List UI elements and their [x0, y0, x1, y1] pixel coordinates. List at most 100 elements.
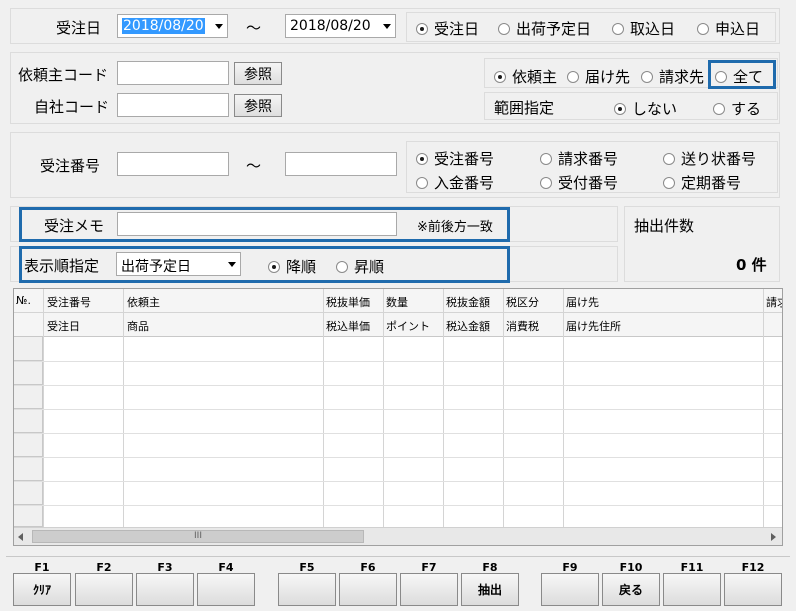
f12-button[interactable] — [724, 573, 782, 606]
scroll-right-arrow-icon[interactable] — [771, 533, 776, 541]
row-header[interactable] — [14, 457, 43, 481]
col-divider — [763, 289, 764, 527]
col-divider — [503, 289, 504, 527]
own-code-ref-button[interactable]: 参照 — [234, 94, 282, 117]
radio-num-invoice[interactable]: 送り状番号 — [663, 148, 756, 169]
f9-button[interactable] — [541, 573, 599, 606]
radio-target-billing[interactable]: 請求先 — [641, 66, 704, 87]
scroll-thumb-grip: III — [194, 531, 202, 541]
header-points[interactable]: ポイント — [386, 318, 430, 334]
own-code-input[interactable] — [117, 93, 229, 117]
row-header[interactable] — [14, 481, 43, 505]
f5-button[interactable] — [278, 573, 336, 606]
highlight-sort — [19, 246, 510, 283]
header-billing[interactable]: 請求 — [766, 294, 782, 310]
radio-date-order[interactable]: 受注日 — [416, 18, 479, 39]
order-number-tilde: 〜 — [246, 157, 262, 175]
row-divider — [14, 481, 782, 482]
horizontal-scrollbar[interactable]: III — [14, 527, 782, 545]
range-label: 範囲指定 — [494, 99, 555, 117]
radio-dot — [540, 152, 552, 165]
client-code-input[interactable] — [117, 61, 229, 85]
chevron-down-icon — [383, 24, 391, 29]
radio-range-no[interactable]: しない — [614, 98, 677, 119]
radio-dot — [498, 22, 510, 35]
order-date-from-value: 2018/08/20 — [122, 18, 205, 34]
f2-button[interactable] — [75, 573, 133, 606]
radio-dot — [494, 70, 506, 83]
f1-clear-button[interactable]: ｸﾘｱ — [13, 573, 71, 606]
own-code-label: 自社コード — [34, 98, 110, 116]
header-client[interactable]: 依頼主 — [127, 294, 160, 310]
header-order-number[interactable]: 受注番号 — [47, 294, 91, 310]
col-divider — [323, 289, 324, 527]
highlight-memo — [19, 207, 510, 242]
radio-target-delivery[interactable]: 届け先 — [567, 66, 630, 87]
radio-dot — [540, 176, 552, 189]
order-date-from-select[interactable]: 2018/08/20 — [117, 14, 228, 38]
header-unit-price-excl[interactable]: 税抜単価 — [326, 294, 370, 310]
header-delivery-address[interactable]: 届け先住所 — [566, 318, 621, 334]
row-header[interactable] — [14, 505, 43, 527]
row-divider — [14, 433, 782, 434]
client-code-ref-button[interactable]: 参照 — [234, 62, 282, 85]
f3-button[interactable] — [136, 573, 194, 606]
radio-num-regular[interactable]: 定期番号 — [663, 172, 741, 193]
radio-dot — [713, 102, 725, 115]
grid-header-divider — [14, 312, 782, 313]
order-date-to-value: 2018/08/20 — [290, 18, 371, 34]
count-value: 0 件 — [736, 256, 767, 274]
result-grid[interactable]: №. 受注番号 依頼主 税抜単価 数量 税抜金額 税区分 届け先 請求 受注日 … — [13, 288, 783, 546]
header-quantity[interactable]: 数量 — [386, 294, 408, 310]
header-product[interactable]: 商品 — [127, 318, 149, 334]
radio-date-ship[interactable]: 出荷予定日 — [498, 18, 591, 39]
col-divider — [123, 289, 124, 527]
radio-dot — [416, 152, 428, 165]
order-number-from-input[interactable] — [117, 152, 229, 176]
row-header[interactable] — [14, 433, 43, 457]
radio-dot — [416, 176, 428, 189]
f11-button[interactable] — [663, 573, 721, 606]
scroll-left-arrow-icon[interactable] — [18, 533, 23, 541]
grid-row-number-header: №. — [16, 294, 31, 307]
f8-extract-button[interactable]: 抽出 — [461, 573, 519, 606]
radio-dot — [614, 102, 626, 115]
col-divider — [43, 289, 44, 527]
order-date-to-select[interactable]: 2018/08/20 — [285, 14, 396, 38]
f7-button[interactable] — [400, 573, 458, 606]
row-divider — [14, 505, 782, 506]
order-date-tilde: 〜 — [246, 19, 262, 37]
row-divider — [14, 409, 782, 410]
client-code-label: 依頼主コード — [18, 66, 109, 84]
row-header[interactable] — [14, 385, 43, 409]
radio-num-payment[interactable]: 入金番号 — [416, 172, 494, 193]
header-amount-excl[interactable]: 税抜金額 — [446, 294, 490, 310]
order-number-to-input[interactable] — [285, 152, 397, 176]
radio-num-reception[interactable]: 受付番号 — [540, 172, 618, 193]
header-unit-price-incl[interactable]: 税込単価 — [326, 318, 370, 334]
f6-button[interactable] — [339, 573, 397, 606]
radio-dot — [697, 22, 709, 35]
f10-back-button[interactable]: 戻る — [602, 573, 660, 606]
scroll-thumb[interactable]: III — [32, 530, 364, 543]
radio-target-client[interactable]: 依頼主 — [494, 66, 557, 87]
col-divider — [563, 289, 564, 527]
radio-dot — [416, 22, 428, 35]
header-delivery[interactable]: 届け先 — [566, 294, 599, 310]
radio-num-billing[interactable]: 請求番号 — [540, 148, 618, 169]
radio-range-yes[interactable]: する — [713, 98, 761, 119]
header-amount-incl[interactable]: 税込金額 — [446, 318, 490, 334]
header-tax-type[interactable]: 税区分 — [506, 294, 539, 310]
f4-button[interactable] — [197, 573, 255, 606]
row-header[interactable] — [14, 337, 43, 361]
radio-num-order[interactable]: 受注番号 — [416, 148, 494, 169]
header-consumption-tax[interactable]: 消費税 — [506, 318, 539, 334]
header-order-date[interactable]: 受注日 — [47, 318, 80, 334]
radio-date-import[interactable]: 取込日 — [612, 18, 675, 39]
radio-date-apply[interactable]: 申込日 — [697, 18, 760, 39]
row-header[interactable] — [14, 361, 43, 385]
row-header[interactable] — [14, 409, 43, 433]
col-divider — [443, 289, 444, 527]
row-divider — [14, 361, 782, 362]
radio-dot — [567, 70, 579, 83]
